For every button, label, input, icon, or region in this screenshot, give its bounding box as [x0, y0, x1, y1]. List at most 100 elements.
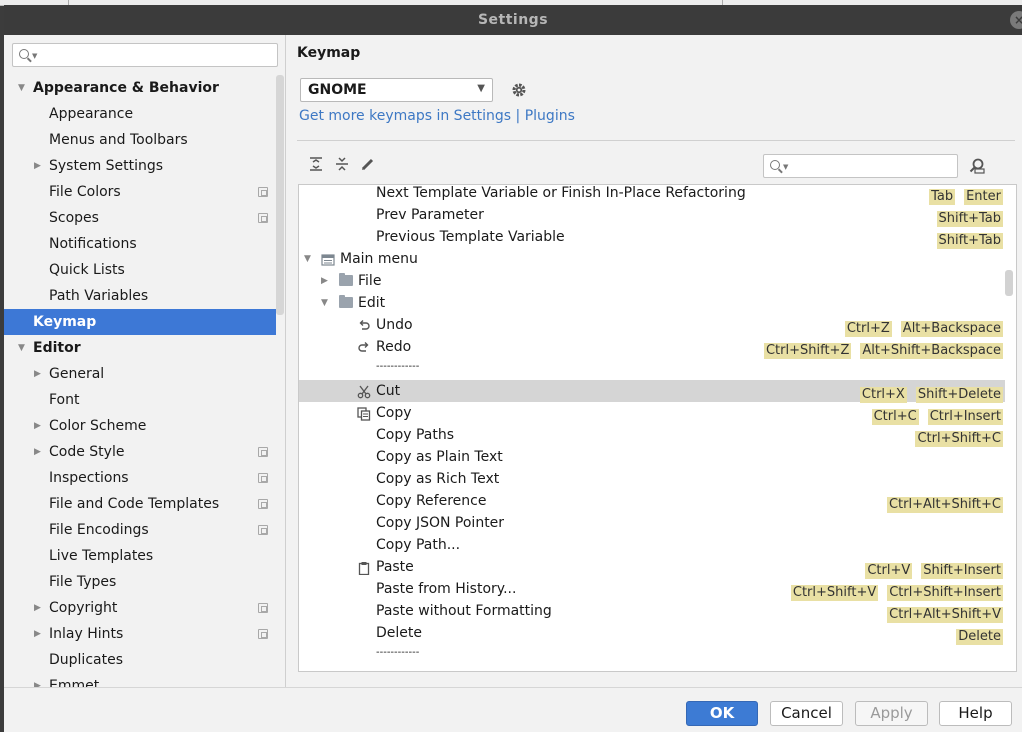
- sidebar-item-appearance[interactable]: Appearance: [4, 101, 276, 127]
- project-scope-icon: [258, 187, 268, 197]
- collapse-all-icon[interactable]: [334, 156, 350, 172]
- divider: [297, 140, 1015, 141]
- table-row[interactable]: Copy Ctrl+C Ctrl+Insert: [299, 402, 1005, 425]
- sidebar-item-scopes[interactable]: Scopes: [4, 205, 276, 231]
- shortcut-badge: Shift+Insert: [921, 563, 1003, 579]
- table-row[interactable]: ▼ Edit: [299, 292, 1005, 314]
- sidebar-item-notifications[interactable]: Notifications: [4, 231, 276, 257]
- sidebar-item-label: Quick Lists: [49, 262, 125, 278]
- chevron-right-icon[interactable]: ▶: [34, 595, 41, 621]
- chevron-right-icon[interactable]: ▶: [321, 270, 328, 292]
- table-row[interactable]: Copy as Plain Text: [299, 446, 1005, 468]
- sidebar-item-inlay-hints[interactable]: ▶ Inlay Hints: [4, 621, 276, 647]
- table-row[interactable]: Next Template Variable or Finish In-Plac…: [299, 185, 1005, 205]
- table-row[interactable]: Copy Path...: [299, 534, 1005, 556]
- chevron-right-icon[interactable]: ▶: [34, 361, 41, 387]
- shortcut-badge: Ctrl+Alt+Shift+V: [887, 607, 1003, 623]
- action-name: Previous Template Variable: [376, 229, 565, 245]
- table-row[interactable]: Copy JSON Pointer: [299, 512, 1005, 534]
- expand-all-icon[interactable]: [308, 156, 324, 172]
- sidebar-item-editor[interactable]: ▼ Editor: [4, 335, 276, 361]
- action-name: Copy JSON Pointer: [376, 515, 505, 531]
- sidebar-item-font[interactable]: Font: [4, 387, 276, 413]
- sidebar-item-label: Menus and Toolbars: [49, 132, 188, 148]
- sidebar-item-keymap[interactable]: Keymap: [4, 309, 276, 335]
- sidebar-item-label: Live Templates: [49, 548, 154, 564]
- chevron-right-icon[interactable]: ▶: [34, 673, 41, 687]
- chevron-right-icon[interactable]: ▶: [34, 413, 41, 439]
- chevron-down-icon[interactable]: ▼: [321, 292, 328, 314]
- chevron-right-icon[interactable]: ▶: [34, 621, 41, 647]
- shortcut-list: Ctrl+Shift+Z Alt+Shift+Backspace: [755, 339, 1003, 359]
- table-row[interactable]: ------------: [299, 644, 1005, 666]
- sidebar-item-emmet[interactable]: ▶ Emmet: [4, 673, 276, 687]
- table-row[interactable]: Prev Parameter Shift+Tab: [299, 204, 1005, 227]
- sidebar-item-inspections[interactable]: Inspections: [4, 465, 276, 491]
- sidebar-item-color-scheme[interactable]: ▶ Color Scheme: [4, 413, 276, 439]
- sidebar-item-appearance-behavior[interactable]: ▼ Appearance & Behavior: [4, 75, 276, 101]
- keymap-panel: Keymap GNOME ▼ Get more keymaps in Setti…: [287, 35, 1022, 687]
- sidebar-item-duplicates[interactable]: Duplicates: [4, 647, 276, 673]
- keymap-scheme-select[interactable]: GNOME ▼: [300, 78, 493, 102]
- table-row[interactable]: Undo Ctrl+Z Alt+Backspace: [299, 314, 1005, 337]
- table-row[interactable]: Paste Ctrl+V Shift+Insert: [299, 556, 1005, 579]
- table-row[interactable]: Copy Paths Ctrl+Shift+C: [299, 424, 1005, 447]
- sidebar-item-menus-and-toolbars[interactable]: Menus and Toolbars: [4, 127, 276, 153]
- sidebar-item-label: File Colors: [49, 184, 121, 200]
- pencil-icon[interactable]: [360, 156, 376, 172]
- table-row[interactable]: Cut Ctrl+X Shift+Delete: [299, 380, 1005, 403]
- table-row[interactable]: Copy as Rich Text: [299, 468, 1005, 490]
- action-name: Copy Reference: [376, 493, 487, 509]
- table-row[interactable]: Redo Ctrl+Shift+Z Alt+Shift+Backspace: [299, 336, 1005, 359]
- shortcut-list: Shift+Tab: [928, 229, 1003, 249]
- close-icon[interactable]: ×: [1010, 11, 1022, 29]
- cancel-button[interactable]: Cancel: [770, 701, 843, 726]
- sidebar-item-copyright[interactable]: ▶ Copyright: [4, 595, 276, 621]
- table-row[interactable]: Paste from History... Ctrl+Shift+V Ctrl+Sh…: [299, 578, 1005, 601]
- table-row[interactable]: ▼ Main menu: [299, 248, 1005, 270]
- shortcut-list: Delete: [947, 625, 1003, 645]
- chevron-right-icon[interactable]: ▶: [34, 153, 41, 179]
- sidebar-item-live-templates[interactable]: Live Templates: [4, 543, 276, 569]
- chevron-down-icon[interactable]: ▼: [304, 248, 311, 270]
- table-row[interactable]: Delete Delete: [299, 622, 1005, 645]
- help-button[interactable]: Help: [939, 701, 1012, 726]
- sidebar-scrollbar[interactable]: [276, 75, 284, 315]
- sidebar-item-file-and-code-templates[interactable]: File and Code Templates: [4, 491, 276, 517]
- sidebar-item-quick-lists[interactable]: Quick Lists: [4, 257, 276, 283]
- table-row[interactable]: ------------: [299, 358, 1005, 380]
- action-name: Copy Paths: [376, 427, 455, 443]
- table-row[interactable]: Copy Reference Ctrl+Alt+Shift+C: [299, 490, 1005, 513]
- action-name: Copy as Rich Text: [376, 471, 500, 487]
- get-more-keymaps-link[interactable]: Get more keymaps in Settings | Plugins: [299, 108, 575, 124]
- sidebar-item-general[interactable]: ▶ General: [4, 361, 276, 387]
- sidebar-item-label: Appearance & Behavior: [33, 80, 219, 96]
- shortcut-list: Shift+Tab: [928, 207, 1003, 227]
- sidebar-item-system-settings[interactable]: ▶ System Settings: [4, 153, 276, 179]
- sidebar-item-label: General: [49, 366, 105, 382]
- keymap-search-input[interactable]: ▼: [763, 154, 958, 178]
- actions-scrollbar[interactable]: [1005, 270, 1013, 296]
- sidebar-item-file-encodings[interactable]: File Encodings: [4, 517, 276, 543]
- chevron-right-icon[interactable]: ▶: [34, 439, 41, 465]
- chevron-down-icon[interactable]: ▼: [18, 335, 25, 361]
- sidebar-item-path-variables[interactable]: Path Variables: [4, 283, 276, 309]
- shortcut-list: Ctrl+Alt+Shift+C: [878, 493, 1003, 513]
- apply-button[interactable]: Apply: [855, 701, 928, 726]
- settings-search-input[interactable]: ▼: [12, 43, 278, 67]
- ok-button[interactable]: OK: [686, 701, 758, 726]
- chevron-down-icon[interactable]: ▼: [18, 75, 25, 101]
- sidebar-item-file-types[interactable]: File Types: [4, 569, 276, 595]
- redo-icon: [357, 340, 371, 354]
- find-by-shortcut-icon[interactable]: [968, 157, 986, 175]
- keymap-scheme-value: GNOME: [308, 82, 367, 98]
- table-row[interactable]: ▶ File: [299, 270, 1005, 292]
- sidebar-item-file-colors[interactable]: File Colors: [4, 179, 276, 205]
- title-bar: Settings ×: [4, 5, 1022, 35]
- table-row[interactable]: Paste without Formatting Ctrl+Alt+Shift+V: [299, 600, 1005, 623]
- table-row[interactable]: Previous Template Variable Shift+Tab: [299, 226, 1005, 249]
- gear-icon[interactable]: [511, 82, 527, 98]
- sidebar-item-code-style[interactable]: ▶ Code Style: [4, 439, 276, 465]
- sidebar-item-label: Color Scheme: [49, 418, 147, 434]
- shortcut-badge: Ctrl+Shift+V: [790, 585, 879, 601]
